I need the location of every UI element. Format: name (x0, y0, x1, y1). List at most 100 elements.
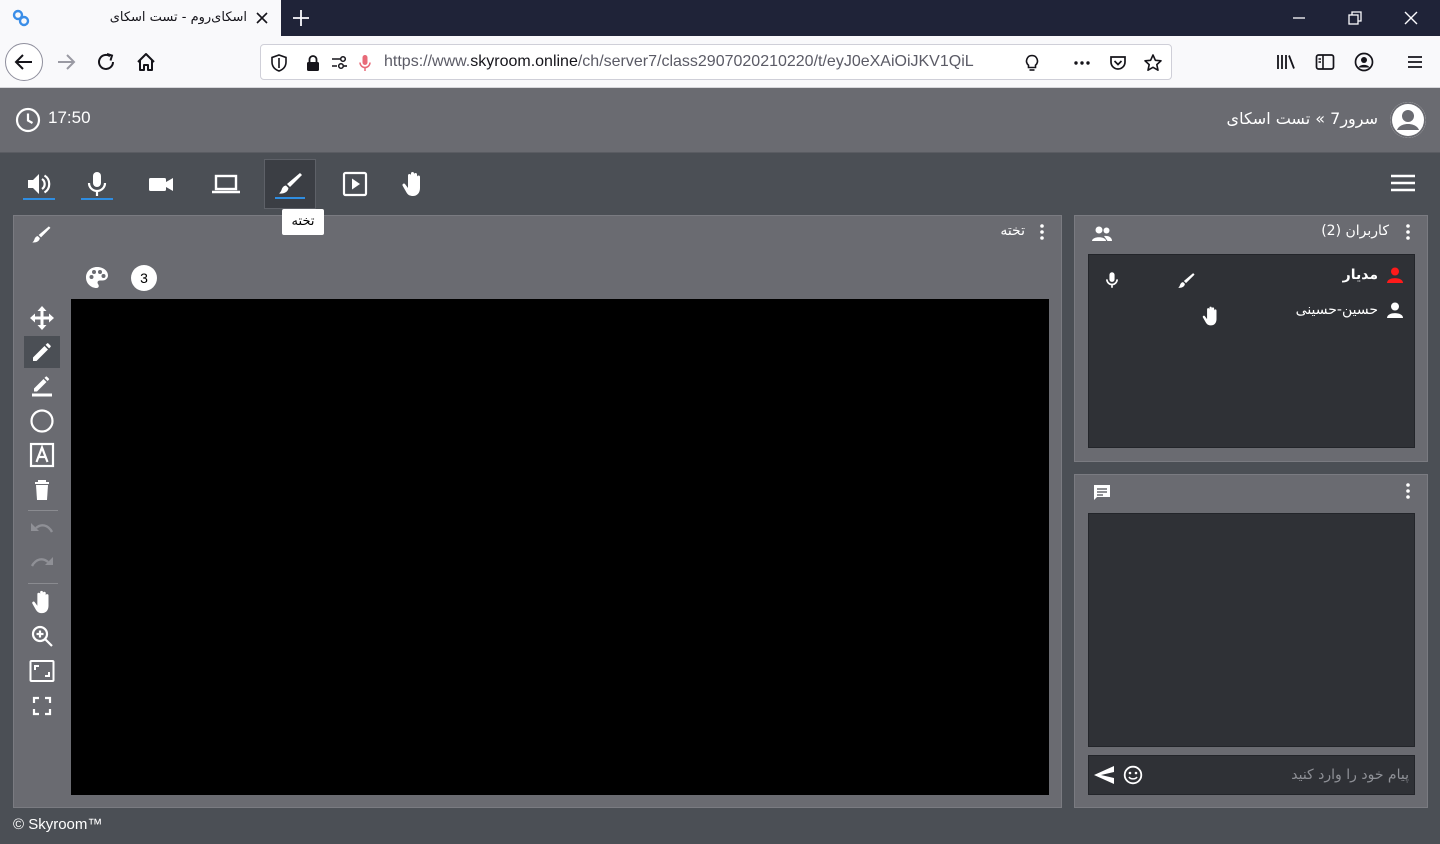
sidebar-icon (1315, 54, 1335, 70)
tool-separator (28, 583, 58, 584)
sidebar-button[interactable] (1309, 46, 1341, 78)
chat-message-input[interactable] (1149, 760, 1409, 790)
user-avatar-icon (1390, 102, 1426, 138)
raise-hand-button[interactable] (387, 159, 439, 209)
lock-icon[interactable] (303, 53, 323, 73)
minimize-window-icon[interactable] (1289, 8, 1309, 28)
microphone-button[interactable] (71, 159, 123, 209)
browser-tab-bar: اسکای‌روم - تست اسکای (0, 0, 1440, 36)
hamburger-menu-icon[interactable] (1390, 172, 1416, 194)
new-tab-icon[interactable] (290, 7, 312, 29)
redo-tool[interactable] (24, 548, 60, 580)
users-panel: کاربران (2) مدیار حسین-حسینی (1074, 215, 1428, 462)
chat-input-bar (1088, 755, 1415, 795)
clear-tool[interactable] (24, 474, 60, 506)
account-button[interactable] (1348, 46, 1380, 78)
pan-tool[interactable] (24, 586, 60, 618)
video-camera-icon (149, 178, 173, 191)
raised-hand-icon (1202, 306, 1217, 326)
circle-tool[interactable] (24, 405, 60, 437)
reload-button[interactable] (90, 46, 122, 78)
whiteboard-options-icon[interactable] (1039, 223, 1045, 241)
reload-icon (98, 53, 114, 70)
footer-copyright: © Skyroom™ (13, 816, 103, 833)
pocket-icon[interactable] (1108, 53, 1128, 73)
arrow-left-icon (14, 54, 32, 70)
emoji-icon[interactable] (1123, 765, 1143, 785)
hand-icon (402, 172, 420, 196)
clock-icon (15, 107, 41, 133)
undo-tool[interactable] (24, 514, 60, 546)
color-palette-icon[interactable] (84, 265, 110, 291)
brush-icon (32, 226, 51, 243)
whiteboard-active-indicator (275, 197, 305, 199)
microphone-active-indicator (81, 198, 113, 200)
move-tool[interactable] (24, 302, 60, 334)
brush-icon (279, 173, 302, 194)
library-button[interactable] (1270, 46, 1302, 78)
circle-outline-icon (30, 409, 54, 433)
microphone-icon (1106, 272, 1118, 288)
zoom-in-icon (31, 625, 53, 647)
screen-share-button[interactable] (200, 159, 252, 209)
close-window-icon[interactable] (1401, 8, 1421, 28)
zoom-tool[interactable] (24, 620, 60, 652)
tool-separator (28, 510, 58, 511)
fit-screen-tool[interactable] (24, 655, 60, 687)
pencil-tool[interactable] (24, 336, 60, 368)
whiteboard-button[interactable] (264, 159, 316, 209)
highlighter-tool[interactable] (24, 370, 60, 402)
users-list: مدیار حسین-حسینی (1088, 254, 1415, 448)
speaker-active-indicator (23, 198, 55, 200)
room-breadcrumb: سرور7 » تست اسکای (1226, 109, 1378, 128)
fit-screen-icon (29, 660, 55, 682)
app-menu-button[interactable] (1399, 46, 1431, 78)
users-options-icon[interactable] (1405, 223, 1411, 241)
chat-options-icon[interactable] (1405, 482, 1411, 500)
restore-window-icon[interactable] (1345, 8, 1365, 28)
main-toolbar (0, 153, 1440, 213)
forward-button[interactable] (50, 46, 82, 78)
tab-title: اسکای‌روم - تست اسکای (109, 10, 247, 25)
app-header: 17:50 سرور7 » تست اسکای (0, 88, 1440, 153)
whiteboard-panel: تخته 3 (13, 215, 1062, 808)
url-text: https://www.skyroom.online/ch/server7/cl… (384, 53, 974, 70)
lightbulb-icon[interactable] (1022, 53, 1042, 73)
permissions-icon[interactable] (329, 53, 349, 73)
user-name: حسین-حسینی (1295, 302, 1378, 318)
close-tab-icon[interactable] (255, 11, 269, 25)
microphone-icon (87, 172, 107, 196)
speaker-button[interactable] (13, 159, 65, 209)
back-button[interactable] (5, 43, 43, 81)
fullscreen-tool[interactable] (24, 690, 60, 722)
hamburger-menu-icon (1408, 56, 1422, 68)
bookmark-star-icon[interactable] (1143, 53, 1163, 73)
brush-icon (1178, 273, 1195, 288)
user-name: مدیار (1342, 267, 1378, 283)
url-bar[interactable]: https://www.skyroom.online/ch/server7/cl… (260, 44, 1172, 80)
camera-button[interactable] (135, 159, 187, 209)
avatar[interactable] (1390, 102, 1426, 138)
browser-tab[interactable]: اسکای‌روم - تست اسکای (0, 0, 281, 36)
laptop-icon (212, 174, 240, 194)
more-actions-icon[interactable] (1072, 53, 1092, 73)
users-panel-title: کاربران (2) (1321, 223, 1389, 239)
whiteboard-canvas[interactable] (71, 299, 1049, 795)
admin-user-icon (1387, 267, 1403, 283)
redo-icon (30, 557, 53, 567)
home-button[interactable] (130, 46, 162, 78)
page-number-badge[interactable]: 3 (131, 265, 157, 291)
chat-panel (1074, 474, 1428, 808)
text-tool[interactable] (24, 439, 60, 471)
shield-icon[interactable] (269, 53, 289, 73)
user-icon (1387, 302, 1403, 318)
text-box-icon (29, 442, 55, 468)
media-play-button[interactable] (329, 159, 381, 209)
send-icon[interactable] (1093, 765, 1115, 785)
library-icon (1277, 55, 1295, 69)
whiteboard-tooltip: تخته (282, 209, 324, 235)
marker-pen-icon (32, 376, 52, 397)
fullscreen-icon (32, 696, 52, 716)
microphone-in-use-icon[interactable] (355, 53, 375, 73)
skyroom-favicon-icon (12, 9, 30, 27)
